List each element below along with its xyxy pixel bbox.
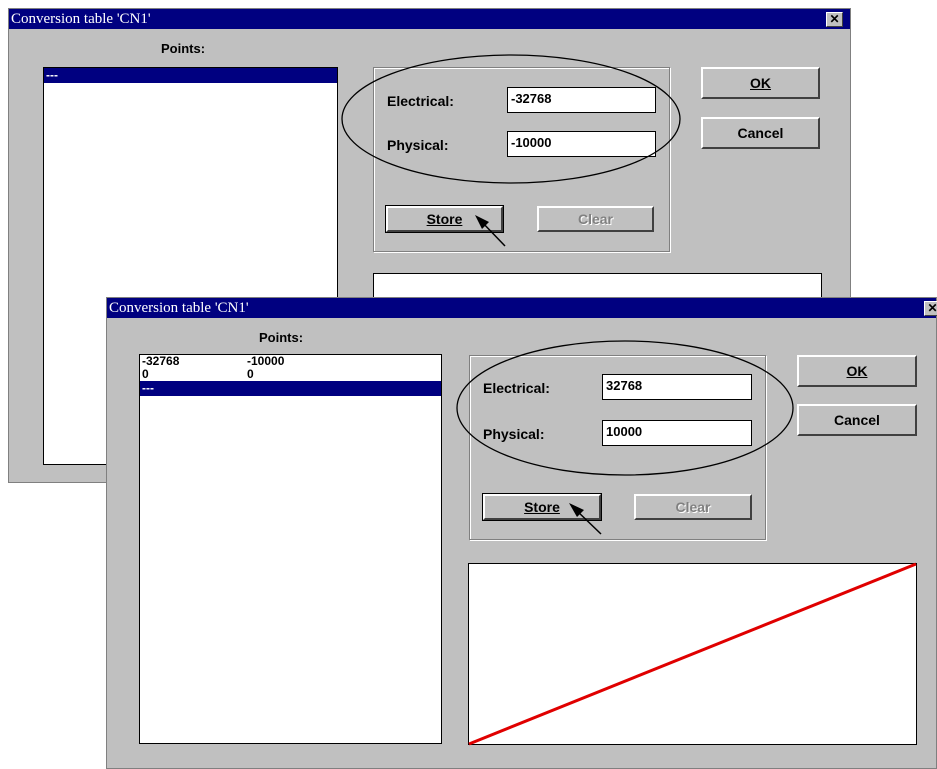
front-highlight-ellipse — [456, 340, 794, 476]
front-annotation-layer — [456, 340, 794, 535]
